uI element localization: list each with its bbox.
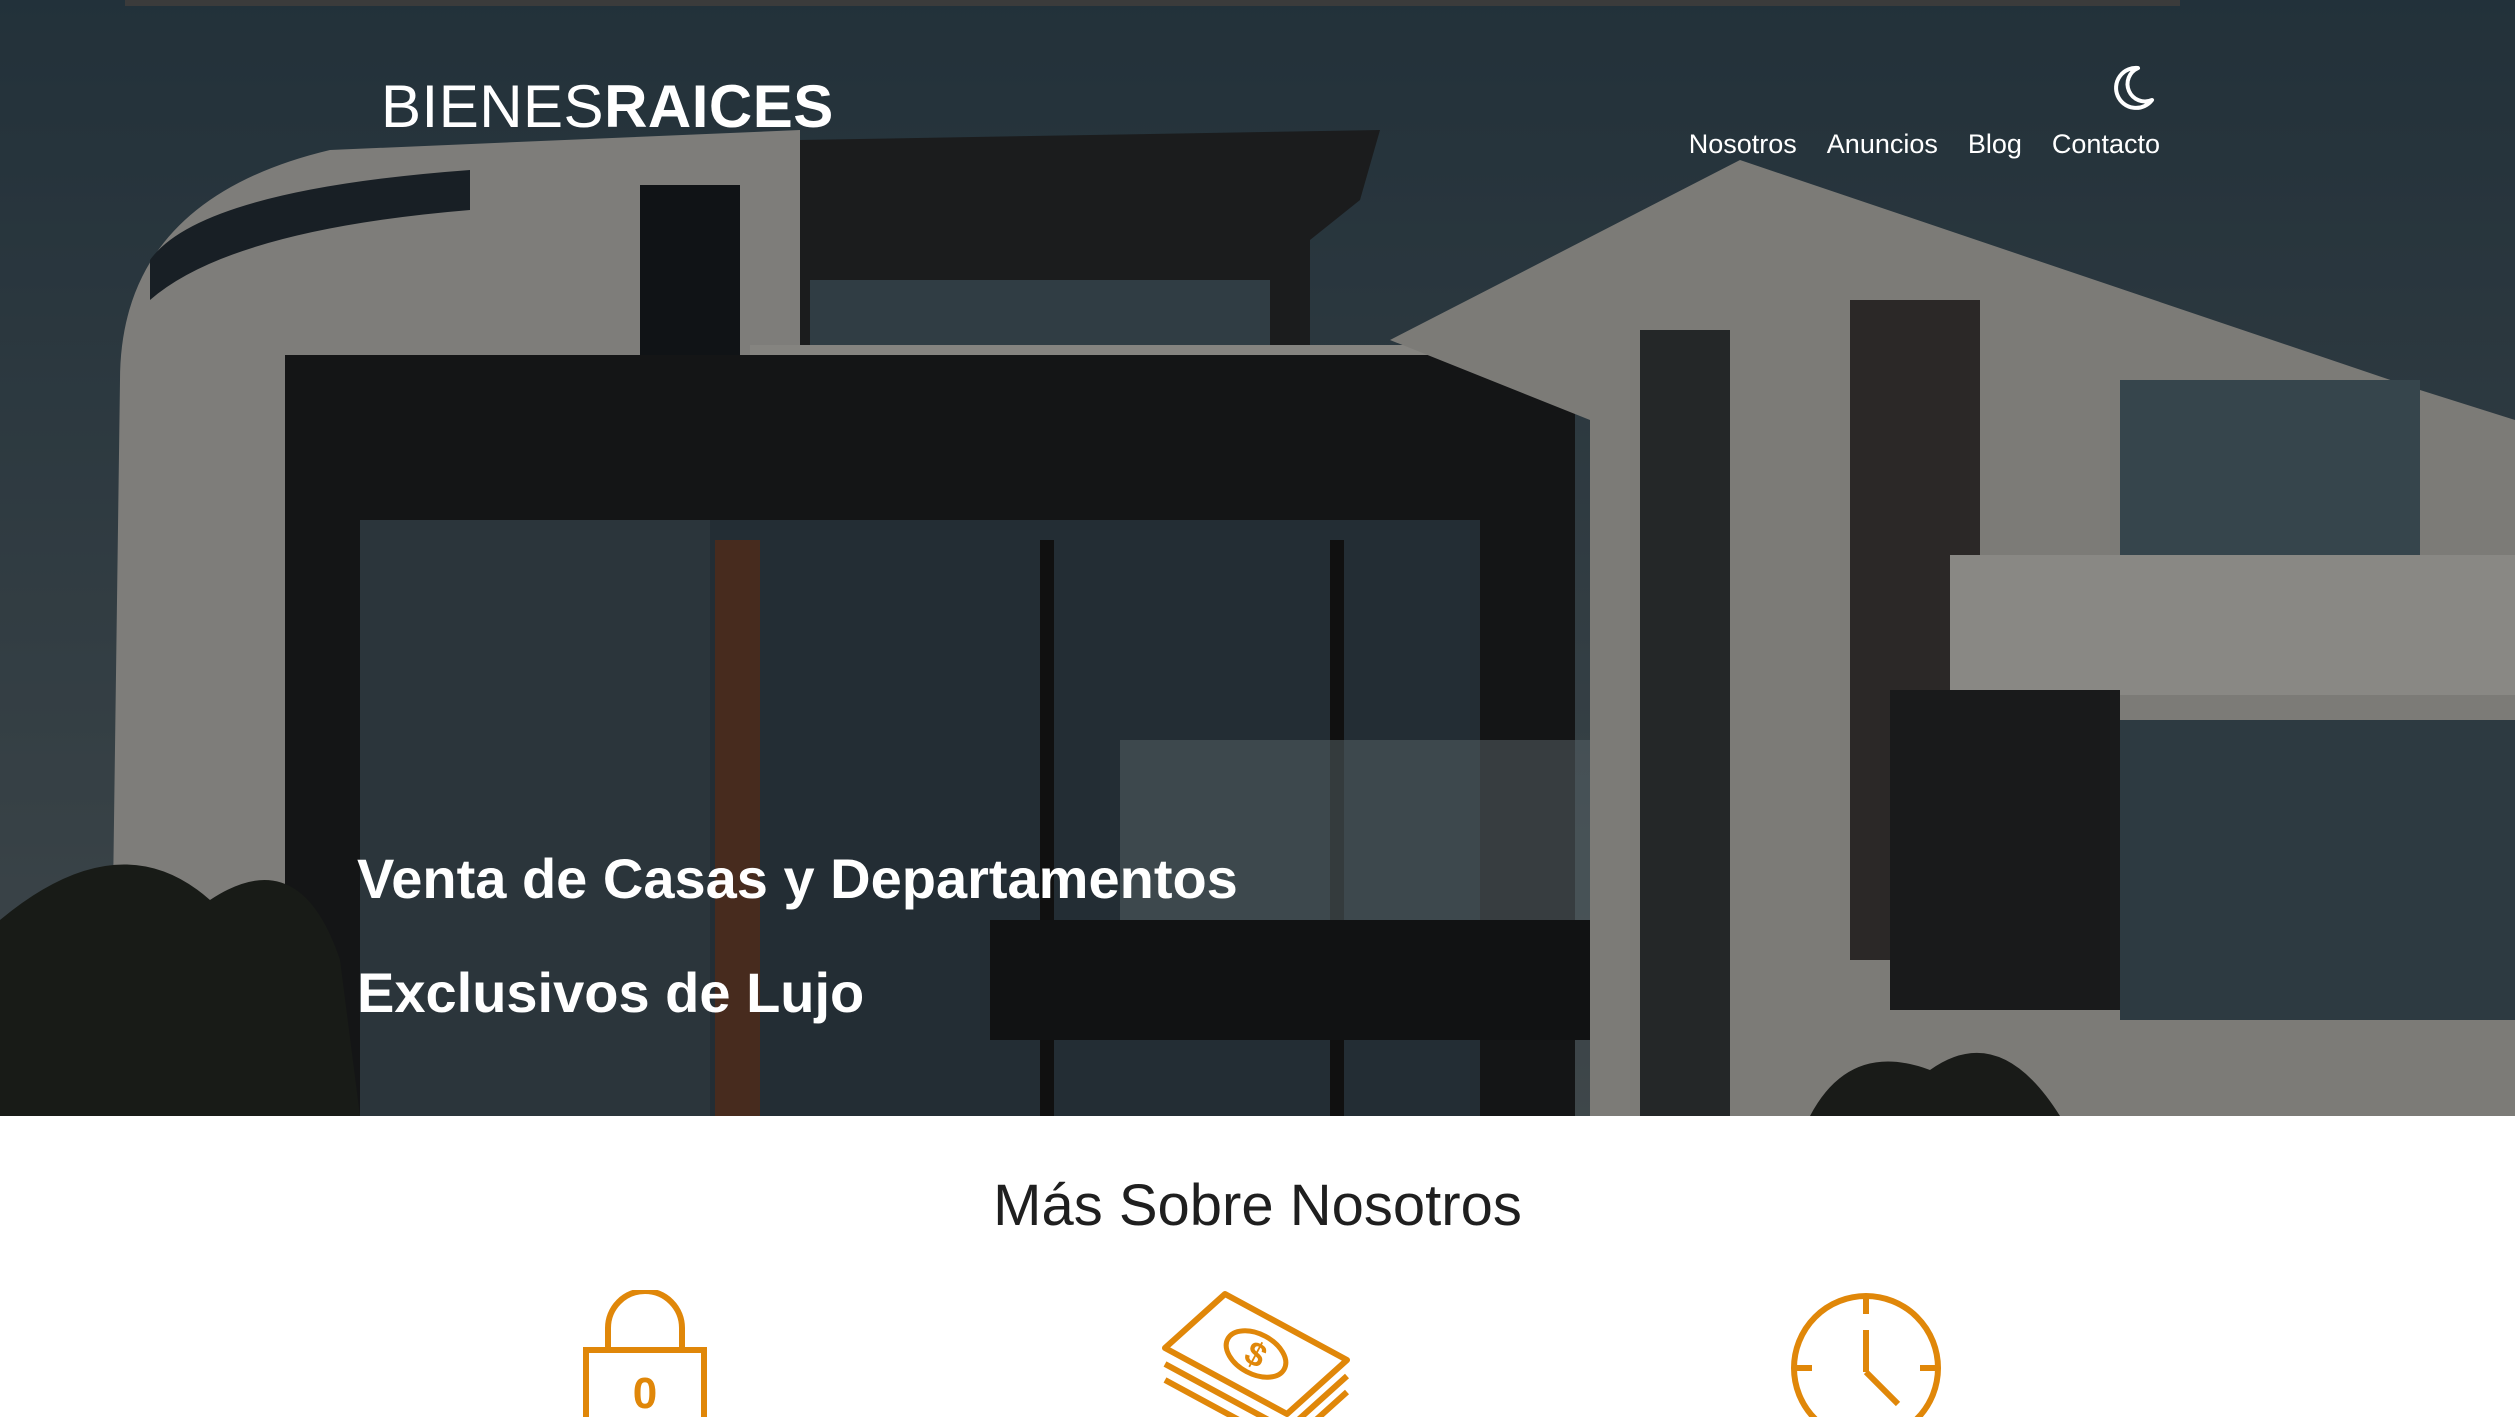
nav-link-nosotros[interactable]: Nosotros [1689, 124, 1797, 164]
hero-heading-line-2: Exclusivos de Lujo [357, 961, 865, 1024]
hero-section: BIENESRAICES Nosotros Anuncios Blog Cont… [0, 0, 2515, 1116]
money-icon: $ [1162, 1291, 1350, 1417]
about-title: Más Sobre Nosotros [993, 1173, 1522, 1238]
top-border [125, 0, 2180, 6]
lock-icon-digit: 0 [633, 1369, 657, 1417]
logo-thin-text: BIENES [381, 73, 605, 140]
clock-icon [1791, 1293, 1941, 1417]
hero-heading: Venta de Casas y Departamentos Exclusivo… [357, 822, 1757, 1050]
nav-link-contacto[interactable]: Contacto [2052, 124, 2160, 164]
nav-link-anuncios[interactable]: Anuncios [1827, 124, 1938, 164]
moon-icon [2114, 65, 2154, 110]
svg-text:$: $ [1238, 1334, 1273, 1376]
nav-link-blog[interactable]: Blog [1968, 124, 2022, 164]
logo-bold-text: RAICES [604, 73, 834, 140]
main-navigation: Nosotros Anuncios Blog Contacto [1680, 124, 2160, 164]
lock-icon: 0 [583, 1290, 707, 1417]
hero-heading-line-1: Venta de Casas y Departamentos [357, 847, 1238, 910]
dark-mode-toggle[interactable] [2108, 62, 2158, 114]
site-logo[interactable]: BIENESRAICES [381, 72, 834, 142]
